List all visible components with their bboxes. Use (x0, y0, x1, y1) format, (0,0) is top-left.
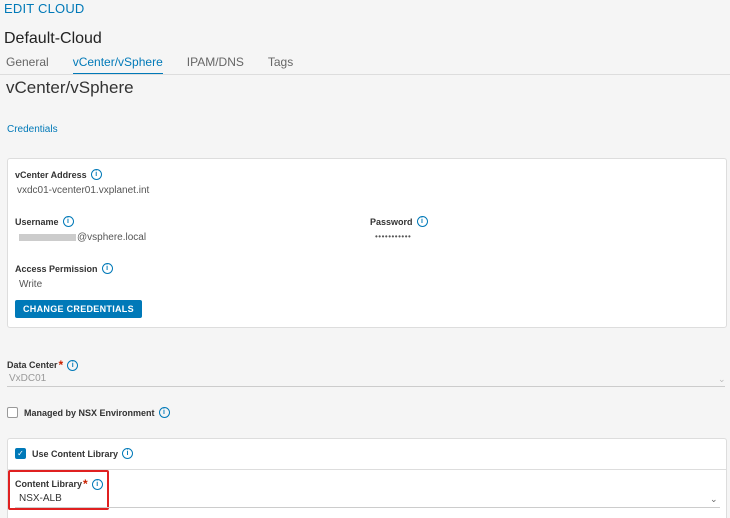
password-value: ••••••••••• (375, 232, 412, 241)
tab-vcenter-vsphere[interactable]: vCenter/vSphere (72, 55, 163, 75)
access-permission-value: Write (19, 279, 43, 290)
credentials-link[interactable]: Credentials (7, 124, 58, 135)
tab-bar: General vCenter/vSphere IPAM/DNS Tags (6, 55, 317, 75)
content-library-divider (8, 469, 726, 470)
required-asterisk: * (58, 358, 64, 372)
section-title: vCenter/vSphere (6, 78, 134, 97)
info-icon[interactable]: i (91, 478, 103, 490)
access-permission-label: Access Permission i (15, 263, 113, 274)
required-asterisk: * (83, 477, 88, 491)
content-library-select[interactable]: NSX-ALB (19, 493, 62, 504)
info-icon[interactable]: i (122, 448, 134, 459)
chevron-down-icon[interactable]: ⌄ (718, 374, 726, 385)
data-center-underline (7, 386, 725, 387)
masked-username (19, 233, 76, 241)
managed-by-nsx-row: Managed by NSX Environment i (7, 407, 170, 418)
info-icon[interactable]: i (90, 169, 102, 180)
info-icon[interactable]: i (101, 263, 113, 274)
cloud-name: Default-Cloud (4, 30, 102, 47)
info-icon[interactable]: i (62, 216, 74, 227)
vcenter-address-value: vxdc01-vcenter01.vxplanet.int (17, 185, 150, 196)
content-library-label: Content Library * i (15, 477, 103, 491)
chevron-down-icon[interactable]: ⌄ (710, 494, 718, 505)
modal-title: EDIT CLOUD (4, 1, 85, 16)
data-center-select[interactable]: VxDC01 (9, 373, 46, 384)
tab-divider (0, 74, 730, 75)
tab-general[interactable]: General (6, 55, 49, 75)
use-content-library-row: ✓ Use Content Library i (15, 448, 134, 459)
info-icon[interactable]: i (158, 407, 170, 418)
content-library-underline (15, 507, 720, 508)
info-icon[interactable]: i (67, 359, 79, 371)
managed-by-nsx-checkbox[interactable] (7, 407, 18, 418)
change-credentials-button[interactable]: CHANGE CREDENTIALS (15, 300, 142, 318)
content-library-card: ✓ Use Content Library i Content Library *… (7, 438, 727, 518)
username-value: @vsphere.local (19, 232, 146, 243)
data-center-label: Data Center * i (7, 358, 79, 372)
credentials-card: vCenter Address i vxdc01-vcenter01.vxpla… (7, 158, 727, 328)
use-content-library-checkbox[interactable]: ✓ (15, 448, 26, 459)
tab-ipam-dns[interactable]: IPAM/DNS (187, 55, 244, 75)
password-label: Password i (370, 216, 428, 227)
vcenter-address-label: vCenter Address i (15, 169, 102, 180)
tab-tags[interactable]: Tags (268, 55, 293, 75)
username-label: Username i (15, 216, 74, 227)
info-icon[interactable]: i (416, 216, 428, 227)
